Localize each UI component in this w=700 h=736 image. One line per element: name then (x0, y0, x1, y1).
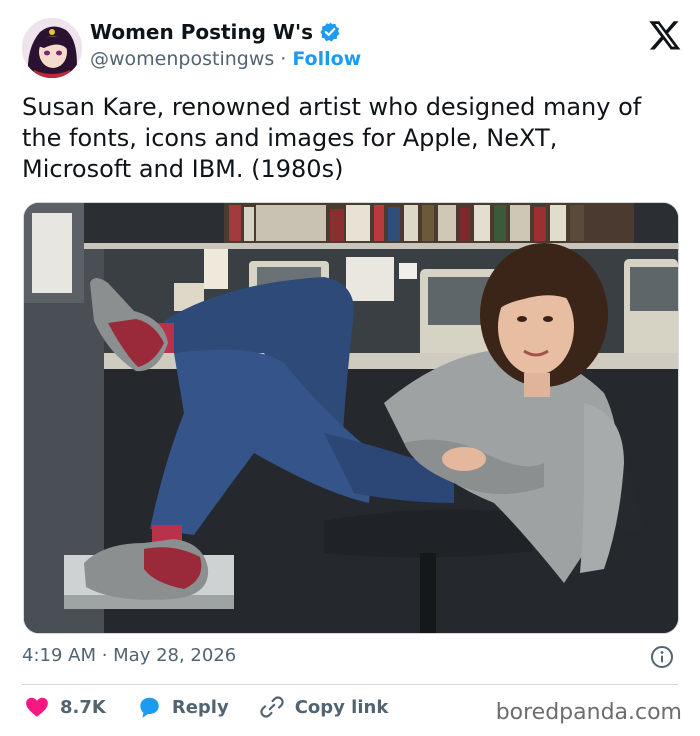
link-icon (260, 696, 284, 718)
x-logo-icon[interactable] (648, 18, 682, 52)
tweet-timestamp[interactable]: 4:19 AM · May 28, 2026 (22, 645, 236, 666)
heart-icon (26, 697, 48, 717)
like-button[interactable]: 8.7K (24, 694, 106, 720)
action-bar: 8.7K Reply Copy link (24, 694, 418, 720)
handle-row: @womenpostingws · Follow (90, 48, 361, 70)
avatar[interactable] (22, 18, 82, 78)
separator: · (280, 48, 287, 70)
tweet-photo[interactable] (23, 202, 679, 634)
info-icon[interactable] (650, 645, 674, 669)
tweet-header: Women Posting W's @womenpostingws · Foll… (22, 16, 682, 80)
tweet-text: Susan Kare, renowned artist who designed… (22, 93, 642, 183)
display-name[interactable]: Women Posting W's (90, 20, 313, 44)
watermark: boredpanda.com (495, 700, 682, 725)
reply-button[interactable]: Reply (136, 694, 229, 720)
divider (22, 684, 678, 685)
like-count: 8.7K (60, 696, 106, 718)
verified-badge-icon (319, 21, 341, 43)
copy-link-button[interactable]: Copy link (259, 694, 389, 720)
handle[interactable]: @womenpostingws (90, 48, 274, 70)
follow-button[interactable]: Follow (292, 48, 361, 70)
reply-bubble-icon (140, 697, 159, 718)
reply-label: Reply (171, 696, 229, 718)
copy-link-label: Copy link (294, 696, 389, 718)
name-row: Women Posting W's (90, 20, 341, 44)
